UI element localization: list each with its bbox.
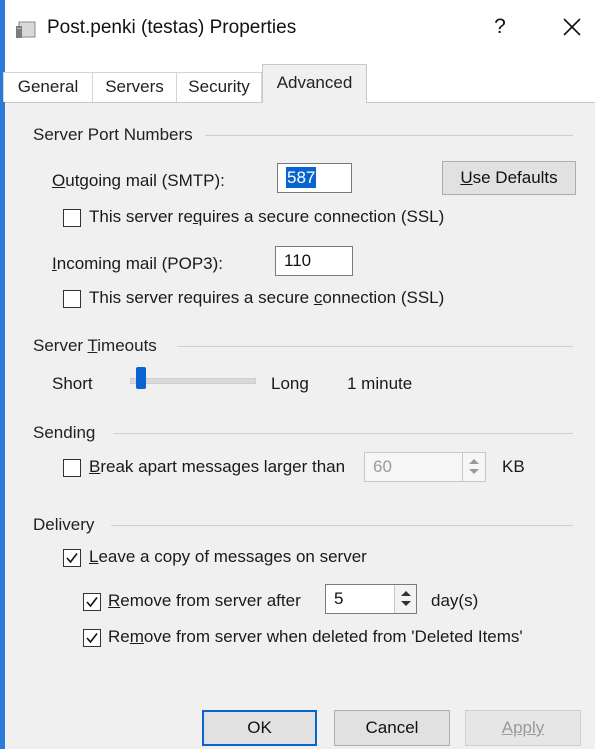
leave-copy-label: Leave a copy of messages on server <box>89 547 367 566</box>
pop3-ssl-checkbox[interactable] <box>63 290 81 308</box>
timeout-short-label: Short <box>52 374 93 393</box>
pop3-ssl-label: This server requires a secure connection… <box>89 288 445 307</box>
tab-advanced[interactable]: Advanced <box>262 64 367 103</box>
ok-button[interactable]: OK <box>202 710 317 746</box>
break-size-stepper[interactable] <box>462 453 484 481</box>
group-divider <box>111 525 573 526</box>
remove-after-label: Remove from server after <box>108 591 301 610</box>
window-title: Post.penki (testas) Properties <box>47 17 297 38</box>
remove-deleted-checkbox[interactable] <box>83 629 101 647</box>
properties-dialog: Post.penki (testas) Properties ? General… <box>0 0 595 749</box>
title-bar[interactable]: Post.penki (testas) Properties ? <box>5 0 595 62</box>
smtp-ssl-label: This server requires a secure connection… <box>89 207 445 226</box>
close-icon <box>563 18 581 36</box>
close-button[interactable] <box>555 12 589 42</box>
checkmark-icon <box>86 633 98 644</box>
timeout-slider-thumb[interactable] <box>136 367 146 389</box>
tab-strip: General Servers Security Advanced <box>3 62 595 103</box>
stepper-up-icon <box>401 591 411 596</box>
smtp-port-input[interactable]: 587 <box>277 163 352 193</box>
group-label-server-ports: Server Port Numbers <box>33 125 199 145</box>
cancel-button[interactable]: Cancel <box>334 710 450 746</box>
remove-deleted-label: Remove from server when deleted from 'De… <box>108 627 523 646</box>
group-label-sending: Sending <box>33 423 102 443</box>
remove-after-checkbox[interactable] <box>83 593 101 611</box>
timeout-slider-track[interactable] <box>130 378 256 384</box>
pop3-port-label: Incoming mail (POP3): <box>52 254 224 273</box>
tab-security[interactable]: Security <box>176 72 262 102</box>
tab-servers[interactable]: Servers <box>92 72 177 102</box>
stepper-up-icon <box>469 459 479 464</box>
group-divider <box>177 346 573 347</box>
advanced-tab-panel: Server Port Numbers Outgoing mail (SMTP)… <box>5 102 595 749</box>
help-button[interactable]: ? <box>485 12 515 42</box>
stepper-down-icon <box>401 601 411 606</box>
use-defaults-button[interactable]: Use Defaults <box>442 161 576 195</box>
tab-general[interactable]: General <box>3 72 93 102</box>
apply-button[interactable]: Apply <box>465 710 581 746</box>
timeout-long-label: Long <box>271 374 309 393</box>
break-apart-checkbox[interactable] <box>63 459 81 477</box>
dialog-client-area: General Servers Security Advanced Server… <box>3 62 595 749</box>
leave-copy-checkbox[interactable] <box>63 549 81 567</box>
group-divider <box>113 433 573 434</box>
checkmark-icon <box>66 553 78 564</box>
remove-days-stepper[interactable] <box>394 585 416 613</box>
smtp-ssl-checkbox[interactable] <box>63 209 81 227</box>
break-size-unit: KB <box>502 457 525 476</box>
break-apart-label: Break apart messages larger than <box>89 457 346 476</box>
group-divider <box>205 135 573 136</box>
group-label-server-timeouts: Server Timeouts <box>33 336 163 356</box>
stepper-down-icon <box>469 469 479 474</box>
checkmark-icon <box>86 597 98 608</box>
remove-days-unit: day(s) <box>431 591 479 610</box>
dialog-footer: OK Cancel Apply <box>5 698 595 749</box>
smtp-port-label: Outgoing mail (SMTP): <box>52 171 225 190</box>
mail-account-icon <box>15 20 37 40</box>
pop3-port-input[interactable]: 110 <box>275 246 353 276</box>
group-label-delivery: Delivery <box>33 515 101 535</box>
timeout-value-text: 1 minute <box>347 374 413 393</box>
